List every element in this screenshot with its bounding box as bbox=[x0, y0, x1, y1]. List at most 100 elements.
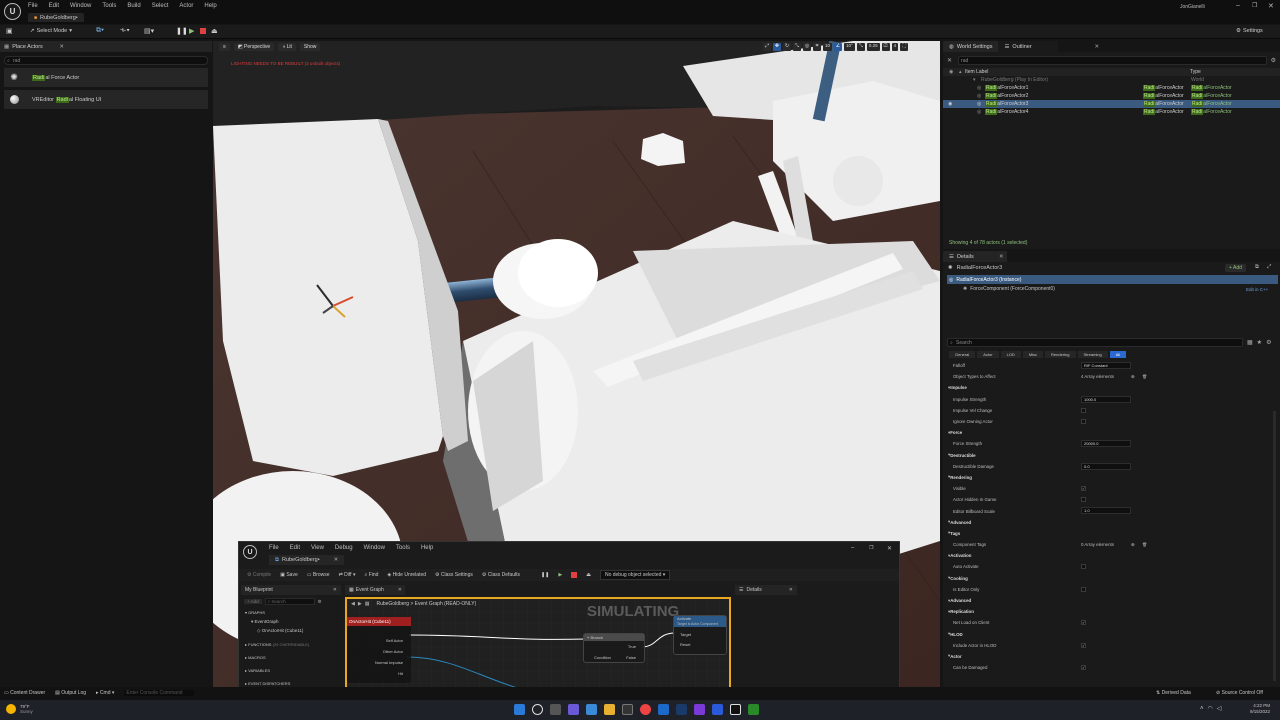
edit-in-cpp-link[interactable]: Edit in C++ bbox=[1246, 287, 1268, 292]
property-row[interactable]: Impulse Vel Change bbox=[943, 405, 1280, 416]
my-blueprint-tab[interactable]: My Blueprint ✕ bbox=[241, 585, 341, 595]
property-value-input[interactable]: 1000.0 bbox=[1081, 395, 1131, 403]
filter-general[interactable]: General bbox=[949, 350, 976, 358]
compile-button[interactable]: ⚙ Compile bbox=[247, 572, 271, 578]
save-button[interactable]: ▣ Save bbox=[280, 572, 298, 578]
eject-icon[interactable]: ⏏ bbox=[586, 572, 591, 578]
menu-tools[interactable]: Tools bbox=[396, 545, 410, 551]
property-category[interactable]: ▾ Tags bbox=[943, 528, 1280, 539]
scale-snap-icon[interactable]: ⤡ bbox=[856, 43, 865, 51]
property-category[interactable]: ▾ Advanced bbox=[943, 517, 1280, 528]
menu-debug[interactable]: Debug bbox=[335, 545, 353, 551]
pin-target[interactable]: Target bbox=[674, 632, 726, 637]
blueprint-search[interactable]: ⌕ Search bbox=[264, 598, 315, 605]
star-icon[interactable]: ★ bbox=[1257, 339, 1262, 346]
wifi-icon[interactable]: ◠ bbox=[1208, 705, 1213, 712]
pin-normal-impulse[interactable]: Normal Impulse bbox=[347, 660, 411, 665]
menu-build[interactable]: Build bbox=[127, 3, 140, 9]
property-row[interactable]: Include Actor in HLOD ✓ bbox=[943, 640, 1280, 651]
property-category[interactable]: ▾ Cooking bbox=[943, 573, 1280, 584]
gear-icon[interactable]: ⚙ bbox=[1266, 339, 1271, 346]
menu-actor[interactable]: Actor bbox=[179, 3, 193, 9]
menu-edit[interactable]: Edit bbox=[290, 545, 300, 551]
pin-self-actor[interactable]: Self Actor bbox=[347, 638, 411, 643]
property-row[interactable]: Net Load on Client ✓ bbox=[943, 617, 1280, 628]
chrome-icon[interactable] bbox=[640, 704, 651, 715]
content-drawer-button[interactable]: ▭ Content Drawer bbox=[4, 690, 45, 696]
gear-icon[interactable]: ⚙ bbox=[318, 599, 322, 605]
tab-outliner[interactable]: ☰ Outliner bbox=[998, 41, 1059, 52]
property-checkbox[interactable]: ✓ bbox=[1081, 665, 1086, 671]
grid-view-icon[interactable]: ▦ bbox=[1247, 339, 1253, 346]
close-tab-icon[interactable]: ✕ bbox=[59, 44, 64, 50]
tab-world-settings[interactable]: ◍ World Settings bbox=[943, 41, 999, 52]
filter-lod[interactable]: LOD bbox=[1000, 350, 1021, 358]
menu-tools[interactable]: Tools bbox=[102, 3, 116, 9]
unreal-logo[interactable]: U bbox=[243, 545, 257, 559]
details-scrollbar[interactable] bbox=[1273, 411, 1276, 681]
filter-rendering[interactable]: Rendering bbox=[1045, 350, 1076, 358]
tab-event-graph[interactable]: ▦ Event Graph ✕ bbox=[345, 585, 405, 595]
teams-icon[interactable] bbox=[712, 704, 723, 715]
weather-widget[interactable]: 79°F Sunny bbox=[6, 704, 33, 714]
minimize-button[interactable]: – bbox=[1236, 2, 1240, 9]
tab-details[interactable]: ☰ Details bbox=[943, 251, 1007, 262]
camera-speed-value[interactable]: 4 bbox=[891, 43, 899, 51]
tree-expand-icon[interactable]: ▾ bbox=[973, 77, 976, 83]
details-search[interactable]: ⌕ Search bbox=[947, 338, 1243, 347]
outliner-row[interactable]: ◎ RadialForceActor1 RadialForceActor Rad… bbox=[943, 84, 1280, 92]
pin-false[interactable]: False bbox=[626, 655, 636, 660]
unreal-icon[interactable] bbox=[730, 704, 741, 715]
step-icon[interactable]: ▶ bbox=[189, 27, 194, 35]
actor-item-vr-floating-ui[interactable]: VREditor Radial Floating UI bbox=[4, 90, 208, 109]
property-category[interactable]: ▾ Destructible bbox=[943, 450, 1280, 461]
force-component-row[interactable]: ✺ ForceComponent (ForceComponent0) Edit i… bbox=[943, 284, 1280, 294]
property-category[interactable]: ▾ Impulse bbox=[943, 382, 1280, 393]
stop-button[interactable] bbox=[200, 28, 206, 34]
functions-section[interactable]: ▸ FUNCTIONS (29 OVERRIDABLE) bbox=[241, 642, 341, 647]
property-checkbox[interactable] bbox=[1081, 418, 1086, 424]
close-tab-icon[interactable]: ✕ bbox=[999, 254, 1004, 260]
visibility-icon[interactable]: ◉ bbox=[948, 101, 952, 107]
property-checkbox[interactable]: ✓ bbox=[1081, 486, 1086, 492]
grid-icon[interactable]: ▦ bbox=[365, 601, 370, 607]
close-tab-icon[interactable]: ✕ bbox=[1094, 44, 1099, 50]
stop-button[interactable] bbox=[571, 572, 578, 578]
camera-speed-icon[interactable]: ⎚ bbox=[881, 43, 890, 51]
outliner-row-selected[interactable]: ◉ ◎ RadialForceActor3 RadialForceActor R… bbox=[943, 100, 1280, 108]
store-icon[interactable] bbox=[622, 704, 633, 715]
macros-section[interactable]: ▸ MACROS bbox=[241, 655, 341, 660]
variables-section[interactable]: ▸ VARIABLES bbox=[241, 668, 341, 673]
pin-condition[interactable]: Condition bbox=[594, 655, 611, 660]
forward-icon[interactable]: ▶ bbox=[358, 601, 362, 607]
filter-actor[interactable]: Actor bbox=[977, 350, 999, 358]
add-button[interactable]: + Add bbox=[244, 599, 262, 604]
property-row[interactable]: Component Tags 0 Array elements ⊕ 🗑 bbox=[943, 539, 1280, 550]
steam-icon[interactable] bbox=[676, 704, 687, 715]
close-button[interactable]: ✕ bbox=[887, 545, 892, 552]
component-instance-row[interactable]: ◎ RadialForceActor3 (Instance) bbox=[947, 275, 1278, 284]
trash-icon[interactable]: 🗑 bbox=[1142, 542, 1147, 547]
property-row[interactable]: Is Editor Only bbox=[943, 584, 1280, 595]
rotate-tool-icon[interactable]: ↻ bbox=[783, 43, 791, 51]
add-element-icon[interactable]: ⊕ bbox=[1131, 542, 1135, 548]
place-actors-tab[interactable]: ▦ Place Actors ✕ bbox=[0, 41, 212, 52]
property-row[interactable]: Falloff RIF Constant bbox=[943, 360, 1280, 371]
property-category[interactable]: ▾ Advanced bbox=[943, 595, 1280, 606]
platforms-icon[interactable]: ▤▾ bbox=[144, 27, 154, 35]
task-view-icon[interactable] bbox=[550, 704, 561, 715]
menu-help[interactable]: Help bbox=[421, 545, 433, 551]
console-input[interactable]: Enter Console Command bbox=[124, 690, 195, 696]
property-value-input[interactable]: RIF Constant bbox=[1081, 362, 1131, 369]
outliner-row-type-link[interactable]: RadialForceActor bbox=[1191, 101, 1232, 107]
close-tab-icon[interactable]: ✕ bbox=[789, 587, 793, 593]
menu-edit[interactable]: Edit bbox=[49, 3, 59, 9]
menu-select[interactable]: Select bbox=[152, 3, 169, 9]
property-row[interactable]: Object Types to Affect 4 Array elements ⊕ 🗑 bbox=[943, 371, 1280, 382]
property-row[interactable]: Editor Billboard Scale 1.0 bbox=[943, 505, 1280, 516]
dispatchers-section[interactable]: ▸ EVENT DISPATCHERS bbox=[241, 681, 341, 686]
activate-node[interactable]: Activate Target is Actor Component Target… bbox=[673, 615, 727, 655]
dock-icon[interactable]: ⤢ bbox=[1267, 264, 1271, 271]
outliner-search[interactable]: rad bbox=[958, 56, 1267, 65]
hide-unrelated-button[interactable]: ◈ Hide Unrelated bbox=[387, 572, 426, 578]
